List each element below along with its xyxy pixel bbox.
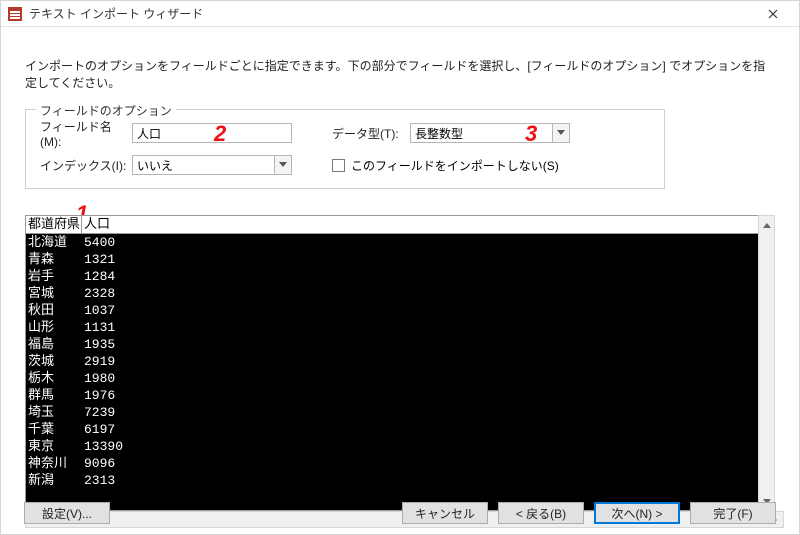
cell-pop: 1037 — [82, 302, 765, 319]
skip-import-label: このフィールドをインポートしない(S) — [351, 157, 559, 174]
data-type-combo[interactable]: 長整数型 — [410, 123, 570, 143]
chevron-down-icon — [552, 124, 569, 142]
table-row[interactable]: 東京13390 — [26, 438, 765, 455]
preview-grid[interactable]: 都道府県 人口 北海道5400青森1321岩手1284宮城2328秋田1037山… — [25, 215, 766, 511]
table-row[interactable]: 栃木1980 — [26, 370, 765, 387]
cancel-button[interactable]: キャンセル — [402, 502, 488, 524]
close-icon — [768, 9, 778, 19]
cell-pref: 秋田 — [26, 302, 82, 319]
table-row[interactable]: 群馬1976 — [26, 387, 765, 404]
cell-pref: 宮城 — [26, 285, 82, 302]
cell-pop: 1321 — [82, 251, 765, 268]
cell-pref: 千葉 — [26, 421, 82, 438]
cell-pop: 1980 — [82, 370, 765, 387]
cell-pref: 岩手 — [26, 268, 82, 285]
chevron-down-icon — [274, 156, 291, 174]
cell-pop: 1976 — [82, 387, 765, 404]
finish-button[interactable]: 完了(F) — [690, 502, 776, 524]
cell-pop: 9096 — [82, 455, 765, 472]
titlebar: テキスト インポート ウィザード — [1, 1, 799, 27]
instruction-text: インポートのオプションをフィールドごとに指定できます。下の部分でフィールドを選択… — [25, 57, 775, 91]
table-row[interactable]: 神奈川9096 — [26, 455, 765, 472]
import-wizard-window: テキスト インポート ウィザード インポートのオプションをフィールドごとに指定で… — [0, 0, 800, 535]
cell-pop: 13390 — [82, 438, 765, 455]
cell-pop: 7239 — [82, 404, 765, 421]
cell-pop: 2328 — [82, 285, 765, 302]
index-combo[interactable]: いいえ — [132, 155, 292, 175]
back-button[interactable]: < 戻る(B) — [498, 502, 584, 524]
app-icon — [7, 6, 23, 22]
table-row[interactable]: 新潟2313 — [26, 472, 765, 489]
data-type-label: データ型(T): — [332, 125, 410, 142]
cell-pop: 6197 — [82, 421, 765, 438]
field-name-input[interactable]: 人口 — [132, 123, 292, 143]
dialog-body: インポートのオプションをフィールドごとに指定できます。下の部分でフィールドを選択… — [1, 27, 799, 528]
table-row[interactable]: 山形1131 — [26, 319, 765, 336]
index-label: インデックス(I): — [40, 157, 132, 174]
data-type-value: 長整数型 — [415, 125, 463, 142]
cell-pref: 北海道 — [26, 234, 82, 251]
cell-pop: 1284 — [82, 268, 765, 285]
cell-pop: 1131 — [82, 319, 765, 336]
table-row[interactable]: 埼玉7239 — [26, 404, 765, 421]
skip-import-checkbox[interactable] — [332, 159, 345, 172]
scroll-up-icon[interactable] — [759, 216, 774, 233]
table-row[interactable]: 宮城2328 — [26, 285, 765, 302]
cell-pref: 新潟 — [26, 472, 82, 489]
table-row[interactable]: 茨城2919 — [26, 353, 765, 370]
settings-button[interactable]: 設定(V)... — [24, 502, 110, 524]
cell-pref: 山形 — [26, 319, 82, 336]
index-value: いいえ — [137, 157, 173, 174]
cell-pref: 栃木 — [26, 370, 82, 387]
next-button[interactable]: 次へ(N) > — [594, 502, 680, 524]
field-options-group: フィールドのオプション フィールド名(M): 人口 データ型(T): 長整数型 … — [25, 109, 665, 189]
cell-pop: 2313 — [82, 472, 765, 489]
cell-pref: 東京 — [26, 438, 82, 455]
cell-pref: 青森 — [26, 251, 82, 268]
table-row[interactable]: 岩手1284 — [26, 268, 765, 285]
table-row[interactable]: 青森1321 — [26, 251, 765, 268]
cell-pop: 1935 — [82, 336, 765, 353]
cell-pref: 福島 — [26, 336, 82, 353]
vertical-scrollbar[interactable] — [758, 215, 775, 511]
table-row[interactable]: 福島1935 — [26, 336, 765, 353]
table-row[interactable]: 北海道5400 — [26, 234, 765, 251]
field-name-label: フィールド名(M): — [40, 118, 132, 149]
table-row[interactable]: 千葉6197 — [26, 421, 765, 438]
cell-pop: 5400 — [82, 234, 765, 251]
cell-pop: 2919 — [82, 353, 765, 370]
preview-area: 都道府県 人口 北海道5400青森1321岩手1284宮城2328秋田1037山… — [25, 215, 775, 528]
field-options-legend: フィールドのオプション — [36, 102, 176, 119]
table-row[interactable]: 秋田1037 — [26, 302, 765, 319]
window-title: テキスト インポート ウィザード — [29, 5, 203, 22]
preview-header-col1[interactable]: 都道府県 — [26, 216, 82, 233]
preview-header-col2[interactable]: 人口 — [82, 216, 765, 233]
close-button[interactable] — [751, 2, 795, 26]
cell-pref: 群馬 — [26, 387, 82, 404]
field-name-value: 人口 — [137, 125, 161, 142]
cell-pref: 茨城 — [26, 353, 82, 370]
cell-pref: 埼玉 — [26, 404, 82, 421]
button-row: 設定(V)... キャンセル < 戻る(B) 次へ(N) > 完了(F) — [24, 499, 776, 527]
preview-header-row: 都道府県 人口 — [26, 216, 765, 234]
cell-pref: 神奈川 — [26, 455, 82, 472]
